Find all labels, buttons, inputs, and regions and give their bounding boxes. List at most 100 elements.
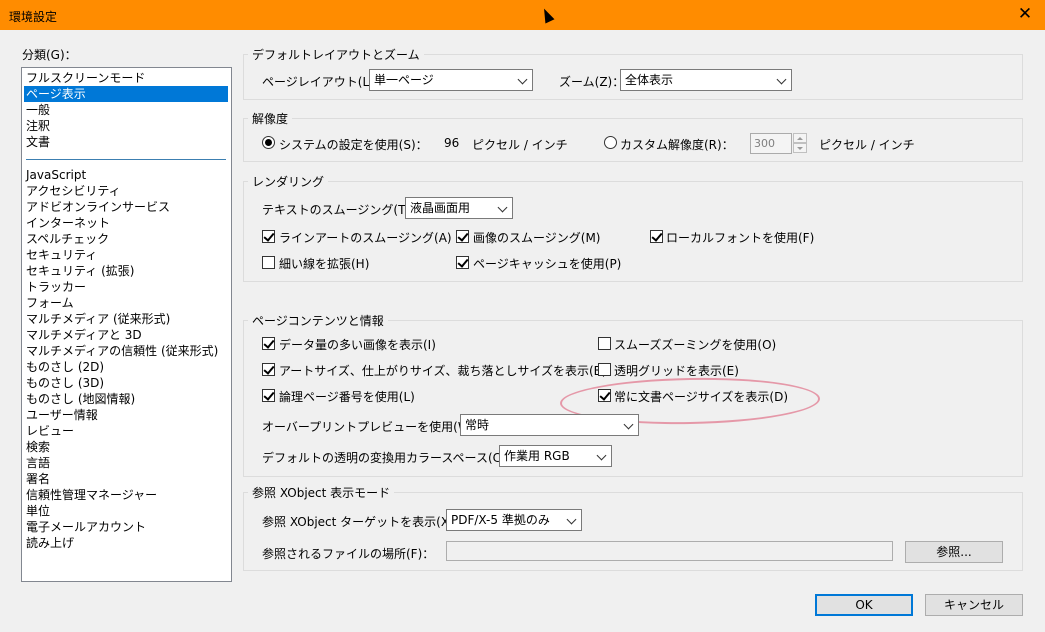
xobject-group-title: 参照 XObject 表示モード <box>248 484 395 501</box>
system-resolution-value: 96 <box>444 136 460 150</box>
art-size-checkbox[interactable] <box>262 363 275 376</box>
category-separator <box>26 159 226 160</box>
title-bar: 環境設定 ✕ <box>0 0 1045 30</box>
overprint-select[interactable]: 常時 <box>460 414 639 436</box>
text-smoothing-label: テキストのスムージング(T)： <box>262 203 423 217</box>
lineart-smoothing-label: ラインアートのスムージング(A) <box>279 231 452 245</box>
large-images-label: データ量の多い画像を表示(I) <box>279 338 436 352</box>
category-list[interactable]: フルスクリーンモード ページ表示 一般 注釈 文書 JavaScript アクセシビリティア… <box>21 67 232 582</box>
color-space-value: 作業用 RGB <box>504 449 570 463</box>
zoom-value: 全体表示 <box>625 73 674 87</box>
zoom-select[interactable]: 全体表示 <box>620 69 792 91</box>
text-smoothing-select[interactable]: 液晶画面用 <box>405 197 513 219</box>
category-label: 分類(G)： <box>22 48 77 62</box>
category-item[interactable]: 信頼性管理マネージャー <box>26 487 157 503</box>
resolution-group-title: 解像度 <box>248 110 293 127</box>
color-space-label: デフォルトの透明の変換用カラースペース(C)： <box>262 451 518 465</box>
category-item[interactable]: レビュー <box>26 423 74 439</box>
chevron-down-icon <box>774 70 791 90</box>
transparency-grid-label: 透明グリッドを表示(E) <box>614 364 739 378</box>
image-smoothing-label: 画像のスムージング(M) <box>473 231 601 245</box>
art-size-label: アートサイズ、仕上がりサイズ、裁ち落としサイズを表示(B) <box>279 364 607 378</box>
custom-resolution-label: カスタム解像度(R)： <box>620 138 734 152</box>
chevron-down-icon <box>495 198 512 218</box>
local-font-checkbox[interactable] <box>650 230 663 243</box>
overprint-value: 常時 <box>465 418 490 432</box>
text-smoothing-value: 液晶画面用 <box>410 201 471 215</box>
content-group-title: ページコンテンツと情報 <box>248 312 388 329</box>
category-item[interactable]: ユーザー情報 <box>26 407 98 423</box>
page-layout-label: ページレイアウト(L)： <box>262 75 386 89</box>
cancel-button[interactable]: キャンセル <box>925 594 1023 616</box>
page-layout-value: 単一ページ <box>374 73 434 87</box>
category-item[interactable]: アドビオンラインサービス <box>26 199 170 215</box>
chevron-down-icon <box>621 415 638 435</box>
category-item[interactable]: フォーム <box>26 295 74 311</box>
color-space-select[interactable]: 作業用 RGB <box>499 445 612 467</box>
category-item[interactable]: 電子メールアカウント <box>26 519 146 535</box>
chevron-down-icon <box>564 510 581 530</box>
zoom-label: ズーム(Z)： <box>559 75 625 89</box>
category-item[interactable]: 署名 <box>26 471 50 487</box>
category-item[interactable]: 読み上げ <box>26 535 74 551</box>
category-item[interactable]: 言語 <box>26 455 50 471</box>
custom-resolution-input[interactable]: 300 <box>750 133 792 154</box>
category-item[interactable]: マルチメディアの信頼性 (従来形式) <box>26 343 218 359</box>
custom-resolution-radio[interactable] <box>604 136 617 149</box>
overprint-label: オーバープリントプレビューを使用(W)： <box>262 420 487 434</box>
xobject-target-select[interactable]: PDF/X-5 準拠のみ <box>446 509 582 531</box>
thin-lines-checkbox[interactable] <box>262 256 275 269</box>
stepper-down-icon[interactable] <box>793 143 807 153</box>
image-smoothing-checkbox[interactable] <box>456 230 469 243</box>
category-item[interactable]: マルチメディアと 3D <box>26 327 142 343</box>
category-item[interactable]: フルスクリーンモード <box>26 70 145 86</box>
category-item[interactable]: 一般 <box>26 102 50 118</box>
file-location-input[interactable] <box>446 541 893 561</box>
lineart-smoothing-checkbox[interactable] <box>262 230 275 243</box>
category-item[interactable]: セキュリティ (拡張) <box>26 263 134 279</box>
logical-page-label: 論理ページ番号を使用(L) <box>279 390 415 404</box>
category-item[interactable]: スペルチェック <box>26 231 109 247</box>
smooth-zoom-checkbox[interactable] <box>598 337 611 350</box>
thin-lines-label: 細い線を拡張(H) <box>279 257 370 271</box>
chevron-down-icon <box>515 70 532 90</box>
smooth-zoom-label: スムーズズーミングを使用(O) <box>614 338 777 352</box>
system-resolution-label: システムの設定を使用(S)： <box>279 138 428 152</box>
category-item[interactable]: ページ表示 <box>24 86 228 102</box>
local-font-label: ローカルフォントを使用(F) <box>666 231 815 245</box>
category-item[interactable]: 単位 <box>26 503 50 519</box>
browse-button[interactable]: 参照... <box>905 541 1003 563</box>
close-icon[interactable]: ✕ <box>1015 4 1035 24</box>
page-cache-checkbox[interactable] <box>456 256 469 269</box>
xobject-target-label: 参照 XObject ターゲットを表示(X)： <box>262 515 466 529</box>
category-item[interactable]: 検索 <box>26 439 50 455</box>
system-resolution-radio[interactable] <box>262 136 275 149</box>
category-item[interactable]: 注釈 <box>26 118 50 134</box>
window-title: 環境設定 <box>9 10 58 24</box>
category-item[interactable]: ものさし (3D) <box>26 375 104 391</box>
resolution-unit-2: ピクセル / インチ <box>819 138 915 152</box>
xobject-target-value: PDF/X-5 準拠のみ <box>451 513 550 527</box>
category-item[interactable]: アクセシビリティ <box>26 183 121 199</box>
transparency-grid-checkbox[interactable] <box>598 363 611 376</box>
category-item[interactable]: インターネット <box>26 215 110 231</box>
file-location-label: 参照されるファイルの場所(F)： <box>262 547 435 561</box>
layout-group-title: デフォルトレイアウトとズーム <box>248 46 424 63</box>
category-item[interactable]: 文書 <box>26 134 50 150</box>
category-item[interactable]: セキュリティ <box>26 247 97 263</box>
category-item[interactable]: マルチメディア (従来形式) <box>26 311 170 327</box>
page-cache-label: ページキャッシュを使用(P) <box>473 257 622 271</box>
category-item[interactable]: ものさし (地図情報) <box>26 391 135 407</box>
ok-button[interactable]: OK <box>815 594 913 616</box>
rendering-group-title: レンダリング <box>248 173 329 190</box>
resolution-stepper[interactable] <box>793 133 807 154</box>
page-layout-select[interactable]: 単一ページ <box>369 69 533 91</box>
category-item[interactable]: JavaScript <box>26 167 86 183</box>
stepper-up-icon[interactable] <box>793 133 807 143</box>
chevron-down-icon <box>594 446 611 466</box>
resolution-unit-1: ピクセル / インチ <box>472 138 568 152</box>
large-images-checkbox[interactable] <box>262 337 275 350</box>
category-item[interactable]: ものさし (2D) <box>26 359 104 375</box>
category-item[interactable]: トラッカー <box>26 279 86 295</box>
logical-page-checkbox[interactable] <box>262 389 275 402</box>
